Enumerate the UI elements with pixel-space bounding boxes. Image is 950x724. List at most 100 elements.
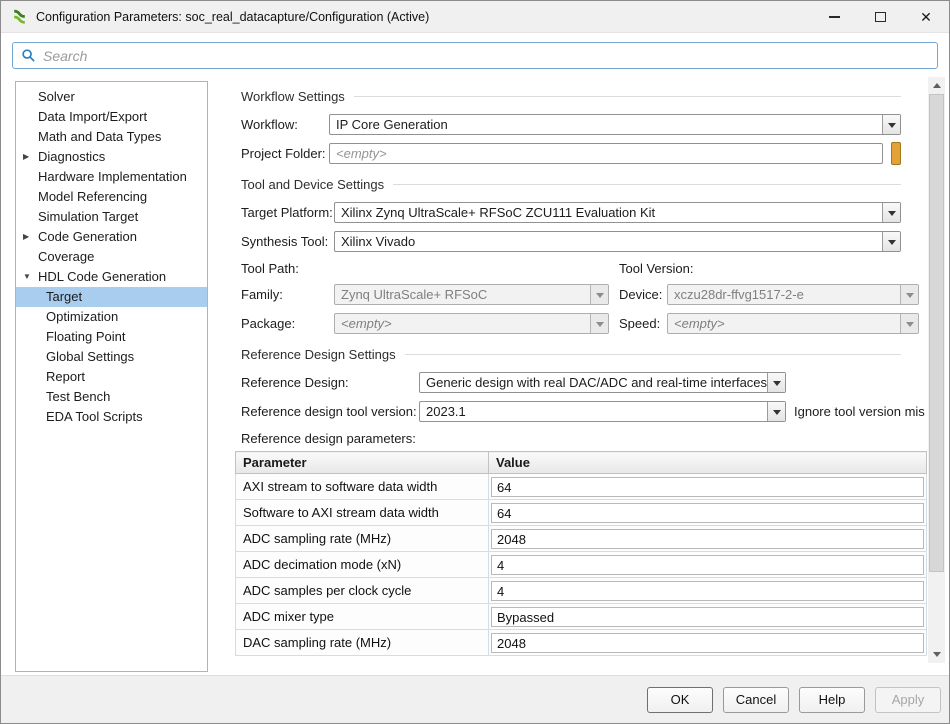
target-platform-label: Target Platform: <box>241 205 334 220</box>
reference-parameters-label: Reference design parameters: <box>241 431 416 446</box>
parameter-column-header[interactable]: Parameter <box>236 452 489 474</box>
project-folder-input[interactable] <box>329 143 883 164</box>
search-box[interactable] <box>12 42 938 69</box>
section-title: Workflow Settings <box>241 89 345 104</box>
sidebar-item-report[interactable]: Report <box>16 367 207 387</box>
value-column-header[interactable]: Value <box>489 452 927 474</box>
param-name-cell: ADC sampling rate (MHz) <box>236 526 489 552</box>
ok-button[interactable]: OK <box>647 687 713 713</box>
section-reference-design-settings: Reference Design Settings <box>241 345 901 363</box>
section-workflow-settings: Workflow Settings <box>241 87 901 105</box>
reference-design-dropdown[interactable]: Generic design with real DAC/ADC and rea… <box>419 372 786 393</box>
sidebar-item-label: Global Settings <box>46 349 134 364</box>
sidebar-item-label: Model Referencing <box>38 189 147 204</box>
sidebar-item-math-and-data-types[interactable]: Math and Data Types <box>16 127 207 147</box>
sidebar-item-model-referencing[interactable]: Model Referencing <box>16 187 207 207</box>
workflow-label: Workflow: <box>241 117 329 132</box>
chevron-down-icon <box>590 314 608 333</box>
workflow-dropdown[interactable]: IP Core Generation <box>329 114 901 135</box>
family-label: Family: <box>241 287 334 302</box>
sidebar-item-simulation-target[interactable]: Simulation Target <box>16 207 207 227</box>
param-value-field[interactable]: 4 <box>491 581 924 601</box>
sidebar-item-coverage[interactable]: Coverage <box>16 247 207 267</box>
tool-version-label: Tool Version: <box>619 261 693 276</box>
sidebar-item-solver[interactable]: Solver <box>16 87 207 107</box>
param-name-cell: DAC sampling rate (MHz) <box>236 630 489 656</box>
family-dropdown: Zynq UltraScale+ RFSoC <box>334 284 609 305</box>
help-button[interactable]: Help <box>799 687 865 713</box>
sidebar-item-label: Simulation Target <box>38 209 138 224</box>
chevron-down-icon[interactable] <box>767 402 785 421</box>
sidebar-item-label: Optimization <box>46 309 118 324</box>
sidebar-item-hdl-code-generation[interactable]: HDL Code Generation <box>16 267 207 287</box>
sidebar-item-data-import-export[interactable]: Data Import/Export <box>16 107 207 127</box>
param-value-field[interactable]: 4 <box>491 555 924 575</box>
sidebar-item-optimization[interactable]: Optimization <box>16 307 207 327</box>
scrollbar-thumb[interactable] <box>929 94 944 572</box>
reference-design-row: Reference Design: Generic design with re… <box>241 371 901 394</box>
scrollbar-up-button[interactable] <box>928 77 945 94</box>
param-value-field[interactable]: 64 <box>491 477 924 497</box>
sidebar-item-hardware-implementation[interactable]: Hardware Implementation <box>16 167 207 187</box>
param-value-field[interactable]: 2048 <box>491 633 924 653</box>
window-title: Configuration Parameters: soc_real_datac… <box>36 10 429 24</box>
minimize-button[interactable] <box>811 1 857 32</box>
sidebar-item-label: Test Bench <box>46 389 110 404</box>
device-label: Device: <box>619 287 667 302</box>
browse-button[interactable] <box>891 142 901 165</box>
target-platform-dropdown[interactable]: Xilinx Zynq UltraScale+ RFSoC ZCU111 Eva… <box>334 202 901 223</box>
reference-tool-version-dropdown[interactable]: 2023.1 <box>419 401 786 422</box>
collapsed-arrow-icon[interactable] <box>23 147 35 167</box>
search-input[interactable] <box>43 48 929 64</box>
sidebar-item-label: Coverage <box>38 249 94 264</box>
cancel-button[interactable]: Cancel <box>723 687 789 713</box>
expanded-arrow-icon[interactable] <box>23 267 35 287</box>
sidebar-item-label: Report <box>46 369 85 384</box>
synthesis-tool-dropdown[interactable]: Xilinx Vivado <box>334 231 901 252</box>
chevron-down-icon[interactable] <box>882 115 900 134</box>
synthesis-tool-value: Xilinx Vivado <box>335 232 882 251</box>
sidebar-item-label: Solver <box>38 89 75 104</box>
table-row: ADC mixer type Bypassed <box>236 604 927 630</box>
workflow-value: IP Core Generation <box>330 115 882 134</box>
sidebar-item-test-bench[interactable]: Test Bench <box>16 387 207 407</box>
vertical-scrollbar[interactable] <box>928 77 945 663</box>
maximize-button[interactable] <box>857 1 903 32</box>
param-value-field[interactable]: 2048 <box>491 529 924 549</box>
sidebar-item-label: Diagnostics <box>38 149 105 164</box>
table-row: ADC decimation mode (xN) 4 <box>236 552 927 578</box>
chevron-down-icon <box>590 285 608 304</box>
sidebar-item-floating-point[interactable]: Floating Point <box>16 327 207 347</box>
apply-button[interactable]: Apply <box>875 687 941 713</box>
configuration-parameters-dialog: Configuration Parameters: soc_real_datac… <box>0 0 950 724</box>
title-bar: Configuration Parameters: soc_real_datac… <box>1 1 949 33</box>
sidebar-item-global-settings[interactable]: Global Settings <box>16 347 207 367</box>
param-value-field[interactable]: Bypassed <box>491 607 924 627</box>
param-name-cell: AXI stream to software data width <box>236 474 489 500</box>
scrollbar-down-button[interactable] <box>928 646 945 663</box>
table-row: ADC samples per clock cycle 4 <box>236 578 927 604</box>
sidebar-item-diagnostics[interactable]: Diagnostics <box>16 147 207 167</box>
window-controls: ✕ <box>811 1 949 32</box>
sidebar-item-code-generation[interactable]: Code Generation <box>16 227 207 247</box>
section-title: Reference Design Settings <box>241 347 396 362</box>
sidebar-item-eda-tool-scripts[interactable]: EDA Tool Scripts <box>16 407 207 427</box>
param-value-field[interactable]: 64 <box>491 503 924 523</box>
close-button[interactable]: ✕ <box>903 1 949 32</box>
package-label: Package: <box>241 316 334 331</box>
package-value: <empty> <box>335 314 590 333</box>
chevron-down-icon[interactable] <box>767 373 785 392</box>
sidebar-item-label: Floating Point <box>46 329 126 344</box>
reference-design-value: Generic design with real DAC/ADC and rea… <box>420 373 767 392</box>
param-name-cell: ADC mixer type <box>236 604 489 630</box>
section-tool-device-settings: Tool and Device Settings <box>241 175 901 193</box>
chevron-down-icon[interactable] <box>882 232 900 251</box>
sidebar-item-label: HDL Code Generation <box>38 269 166 284</box>
package-speed-row: Package: <empty> Speed: <empty> <box>241 312 919 335</box>
chevron-down-icon[interactable] <box>882 203 900 222</box>
device-dropdown: xczu28dr-ffvg1517-2-e <box>667 284 919 305</box>
device-value: xczu28dr-ffvg1517-2-e <box>668 285 900 304</box>
sidebar-item-target[interactable]: Target <box>16 287 207 307</box>
sidebar-item-label: Data Import/Export <box>38 109 147 124</box>
collapsed-arrow-icon[interactable] <box>23 227 35 247</box>
